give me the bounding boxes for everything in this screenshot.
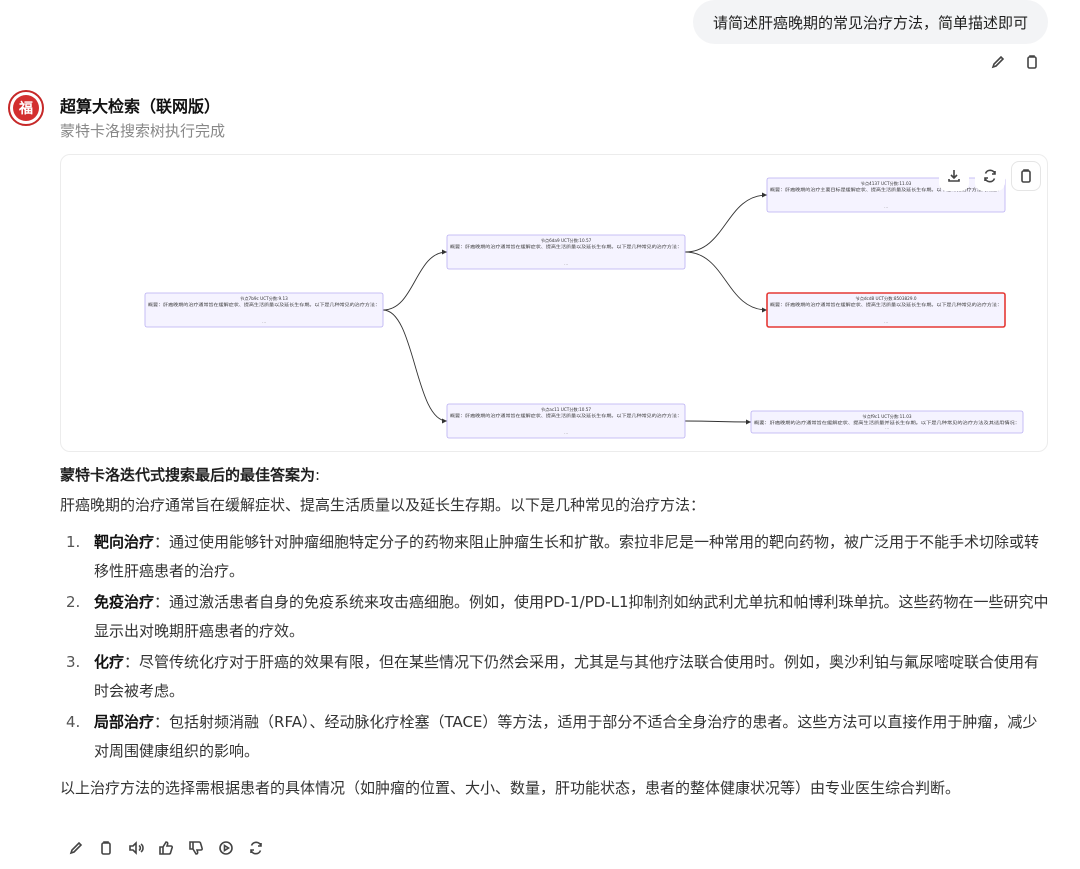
tree-node-expand-icon[interactable]: ⋯ bbox=[884, 205, 888, 210]
copy-icon[interactable] bbox=[96, 838, 116, 858]
answer-heading-title: 蒙特卡洛迭代式搜索最后的最佳答案为 bbox=[60, 466, 316, 484]
tree-node-summary: 概要：肝癌晚期的治疗通常旨在缓解症状、提高生活质量并延长生存期。以下是几种常见的… bbox=[754, 419, 1020, 426]
play-icon[interactable] bbox=[216, 838, 236, 858]
list-item: 2. 免疫治疗：通过激活患者自身的免疫系统来攻击癌细胞。例如，使用PD-1/PD… bbox=[60, 588, 1050, 646]
speaker-icon[interactable] bbox=[126, 838, 146, 858]
tree-node[interactable]: 节点6da9 UCT分数:10.57概要：肝癌晚期的治疗通常旨在缓解症状、提高生… bbox=[446, 234, 686, 270]
bot-avatar-logo: 福 bbox=[13, 95, 39, 121]
tree-node-title: 节点6da9 UCT分数:10.57 bbox=[541, 237, 592, 244]
tree-edge-arrow bbox=[442, 418, 447, 424]
list-number: 4. bbox=[66, 713, 81, 731]
tree-node-title: 节点7b9c UCT分数:9.13 bbox=[240, 295, 288, 302]
tree-node-title: 节点f9c1 UCT分数:11.03 bbox=[862, 413, 911, 420]
treatment-title: 化疗 bbox=[94, 653, 125, 671]
search-tree-panel: 节点7b9c UCT分数:9.13 概要：肝癌晚期的治疗通常旨在缓解症状、提高生活… bbox=[60, 154, 1048, 452]
refresh-icon[interactable] bbox=[975, 161, 1005, 191]
treatment-text: ：包括射频消融（RFA）、经动脉化疗栓塞（TACE）等方法，适用于部分不适合全身… bbox=[94, 713, 1038, 760]
tree-edge bbox=[684, 251, 768, 311]
list-item: 4. 局部治疗：包括射频消融（RFA）、经动脉化疗栓塞（TACE）等方法，适用于… bbox=[60, 708, 1050, 766]
regenerate-icon[interactable] bbox=[246, 838, 266, 858]
list-number: 2. bbox=[66, 593, 81, 611]
copy-icon[interactable] bbox=[1022, 52, 1042, 72]
tree-node-expand-icon[interactable]: ⋯ bbox=[564, 431, 568, 436]
treatment-text: ：通过使用能够针对肿瘤细胞特定分子的药物来阻止肿瘤生长和扩散。索拉非尼是一种常用… bbox=[94, 533, 1040, 580]
tree-edge-arrow bbox=[746, 419, 751, 425]
tree-node-expand-icon[interactable]: ⋯ bbox=[885, 426, 889, 431]
treatment-text: ：通过激活患者自身的免疫系统来攻击癌细胞。例如，使用PD-1/PD-L1抑制剂如… bbox=[94, 593, 1049, 640]
download-icon[interactable] bbox=[939, 161, 969, 191]
treatment-title: 免疫治疗 bbox=[94, 593, 155, 611]
tree-node-title: 节点ac11 UCT分数:10.57 bbox=[541, 406, 592, 413]
tree-node-expand-icon[interactable]: ⋯ bbox=[262, 320, 266, 325]
copy-icon[interactable] bbox=[1011, 161, 1041, 191]
tree-node[interactable]: 节点dcd8 UCT分数:8503829.0概要：肝癌晚期的治疗通常旨在缓解症状… bbox=[766, 292, 1006, 328]
bot-avatar: 福 bbox=[8, 90, 44, 126]
treatment-text: ：尽管传统化疗对于肝癌的效果有限，但在某些情况下仍然会采用，尤其是与其他疗法联合… bbox=[94, 653, 1040, 700]
list-number: 1. bbox=[66, 533, 81, 551]
treatment-title: 靶向治疗 bbox=[94, 533, 155, 551]
answer-conclusion: 以上治疗方法的选择需根据患者的具体情况（如肿瘤的位置、大小、数量，肝功能状态，患… bbox=[60, 779, 961, 797]
thumbs-down-icon[interactable] bbox=[186, 838, 206, 858]
tree-node-summary: 概要：肝癌晚期的治疗通常旨在缓解症状、提高生活质量以及延长生存期。以下是几种常见… bbox=[450, 412, 682, 419]
answer-heading: 蒙特卡洛迭代式搜索最后的最佳答案为: bbox=[60, 464, 320, 485]
tree-node[interactable]: 节点f9c1 UCT分数:11.03概要：肝癌晚期的治疗通常旨在缓解症状、提高生… bbox=[750, 410, 1024, 434]
treatment-list: 1. 靶向治疗：通过使用能够针对肿瘤细胞特定分子的药物来阻止肿瘤生长和扩散。索拉… bbox=[60, 528, 1050, 768]
tree-node-summary: 概要：肝癌晚期的治疗通常旨在缓解症状、提高生活质量以及延长生存期。以下是几种常见… bbox=[770, 301, 1002, 308]
tree-node[interactable]: 节点ac11 UCT分数:10.57概要：肝癌晚期的治疗通常旨在缓解症状、提高生… bbox=[446, 403, 686, 439]
tree-node-summary: 概要：肝癌晚期的治疗通常旨在缓解症状、提高生活质量以及延长生存期。以下是几种常见… bbox=[148, 301, 380, 308]
treatment-title: 局部治疗 bbox=[94, 713, 155, 731]
answer-intro: 肝癌晚期的治疗通常旨在缓解症状、提高生活质量以及延长生存期。以下是几种常见的治疗… bbox=[60, 496, 706, 514]
tree-node-title: 节点dcd8 UCT分数:8503829.0 bbox=[856, 295, 917, 302]
list-item: 1. 靶向治疗：通过使用能够针对肿瘤细胞特定分子的药物来阻止肿瘤生长和扩散。索拉… bbox=[60, 528, 1050, 586]
tree-edge-arrow bbox=[442, 249, 447, 255]
bot-status: 蒙特卡洛搜索树执行完成 bbox=[60, 122, 226, 140]
tree-edge bbox=[382, 309, 448, 422]
thumbs-up-icon[interactable] bbox=[156, 838, 176, 858]
tree-edge bbox=[684, 194, 768, 253]
user-message-bubble: 请简述肝癌晚期的常见治疗方法，简单描述即可 bbox=[692, 0, 1048, 44]
list-item: 3. 化疗：尽管传统化疗对于肝癌的效果有限，但在某些情况下仍然会采用，尤其是与其… bbox=[60, 648, 1050, 706]
search-tree-graph: 节点7b9c UCT分数:9.13概要：肝癌晚期的治疗通常旨在缓解症状、提高生活… bbox=[144, 177, 1024, 439]
user-message-actions bbox=[988, 52, 1042, 72]
edit-icon[interactable] bbox=[988, 52, 1008, 72]
tree-node-summary: 概要：肝癌晚期的治疗通常旨在缓解症状、提高生活质量以及延长生存期。以下是几种常见… bbox=[450, 243, 682, 250]
tree-edge-arrow bbox=[762, 192, 767, 198]
edit-icon[interactable] bbox=[66, 838, 86, 858]
tree-node-expand-icon[interactable]: ⋯ bbox=[884, 320, 888, 325]
tree-node-expand-icon[interactable]: ⋯ bbox=[564, 262, 568, 267]
tree-node-title: 节点4137 UCT分数:11.03 bbox=[861, 180, 912, 187]
tree-edge bbox=[684, 420, 752, 423]
user-message-text: 请简述肝癌晚期的常见治疗方法，简单描述即可 bbox=[712, 13, 1028, 32]
tree-edge bbox=[382, 251, 448, 311]
list-number: 3. bbox=[66, 653, 81, 671]
answer-heading-colon: : bbox=[315, 466, 321, 484]
tree-node[interactable]: 节点7b9c UCT分数:9.13概要：肝癌晚期的治疗通常旨在缓解症状、提高生活… bbox=[144, 292, 384, 328]
bot-name: 超算大检索（联网版） bbox=[60, 97, 221, 116]
message-actions bbox=[66, 838, 266, 858]
tree-toolbar bbox=[939, 161, 1041, 191]
